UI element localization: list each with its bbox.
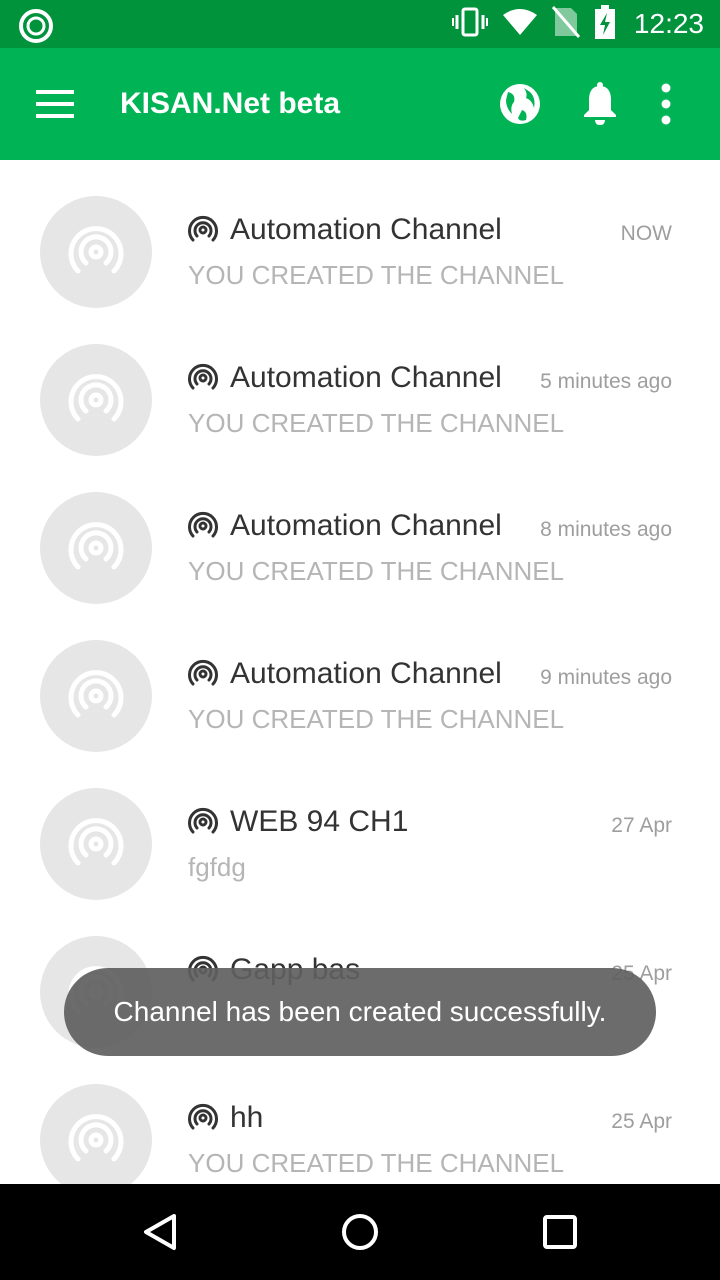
broadcast-icon: [68, 522, 124, 570]
channel-subtitle: YOU CREATED THE CHANNEL: [188, 1148, 565, 1178]
channel-avatar: [40, 344, 152, 456]
channel-broadcast-icon: [188, 808, 218, 834]
channel-name: Automation Channel: [230, 657, 502, 690]
channel-subtitle: YOU CREATED THE CHANNEL: [188, 704, 565, 734]
channel-name: WEB 94 CH1: [230, 805, 409, 838]
status-bar: 12:23: [0, 0, 720, 48]
back-icon[interactable]: [140, 1212, 180, 1257]
bell-icon[interactable]: [580, 82, 620, 131]
channel-avatar: [40, 1084, 152, 1184]
broadcast-icon: [68, 226, 124, 274]
menu-icon[interactable]: [36, 86, 76, 122]
channel-broadcast-icon: [188, 216, 218, 242]
channel-avatar: [40, 492, 152, 604]
channel-name: hh: [230, 1101, 264, 1134]
channel-broadcast-icon: [188, 512, 218, 538]
channel-time: 8 minutes ago: [540, 518, 672, 541]
channel-row[interactable]: Automation Channel 5 minutes ago YOU CRE…: [0, 308, 720, 456]
broadcast-icon: [68, 374, 124, 422]
toast-text: Channel has been created successfully.: [113, 996, 607, 1027]
app-title: KISAN.Net beta: [120, 87, 341, 120]
no-sim-icon: [551, 5, 581, 43]
channel-broadcast-icon: [188, 660, 218, 686]
channel-row[interactable]: hh 25 Apr YOU CREATED THE CHANNEL: [0, 1048, 720, 1184]
navigation-bar: [0, 1184, 720, 1280]
channel-row[interactable]: Automation Channel NOW YOU CREATED THE C…: [0, 160, 720, 308]
broadcast-icon: [68, 670, 124, 718]
channel-row[interactable]: Automation Channel 8 minutes ago YOU CRE…: [0, 456, 720, 604]
battery-charging-icon: [594, 4, 616, 44]
channel-subtitle: fgfdg: [188, 852, 246, 882]
app-circle-icon: [18, 8, 54, 49]
channel-name: Automation Channel: [230, 509, 502, 542]
channel-time: NOW: [620, 222, 672, 245]
app-bar: KISAN.Net beta: [0, 48, 720, 160]
channel-time: 9 minutes ago: [540, 666, 672, 689]
channel-broadcast-icon: [188, 1104, 218, 1130]
channel-subtitle: YOU CREATED THE CHANNEL: [188, 556, 565, 586]
wifi-icon: [502, 7, 538, 42]
channel-avatar: [40, 788, 152, 900]
channel-subtitle: YOU CREATED THE CHANNEL: [188, 260, 565, 290]
channel-subtitle: YOU CREATED THE CHANNEL: [188, 408, 565, 438]
recents-icon[interactable]: [540, 1212, 580, 1257]
broadcast-icon: [68, 818, 124, 866]
vibrate-icon: [451, 7, 488, 42]
channel-name: Automation Channel: [230, 213, 502, 246]
broadcast-icon: [68, 1114, 124, 1162]
channel-row[interactable]: WEB 94 CH1 27 Apr fgfdg: [0, 752, 720, 900]
channel-name: Automation Channel: [230, 361, 502, 394]
toast-message: Channel has been created successfully.: [64, 968, 656, 1056]
home-icon[interactable]: [340, 1212, 380, 1257]
channel-broadcast-icon: [188, 364, 218, 390]
channel-time: 5 minutes ago: [540, 370, 672, 393]
channel-time: 25 Apr: [611, 1110, 672, 1133]
channel-avatar: [40, 640, 152, 752]
channel-row[interactable]: Automation Channel 9 minutes ago YOU CRE…: [0, 604, 720, 752]
channel-time: 27 Apr: [611, 814, 672, 837]
more-vert-icon[interactable]: [660, 82, 672, 131]
globe-icon[interactable]: [498, 82, 542, 131]
clock: 12:23: [633, 8, 704, 39]
channel-avatar: [40, 196, 152, 308]
